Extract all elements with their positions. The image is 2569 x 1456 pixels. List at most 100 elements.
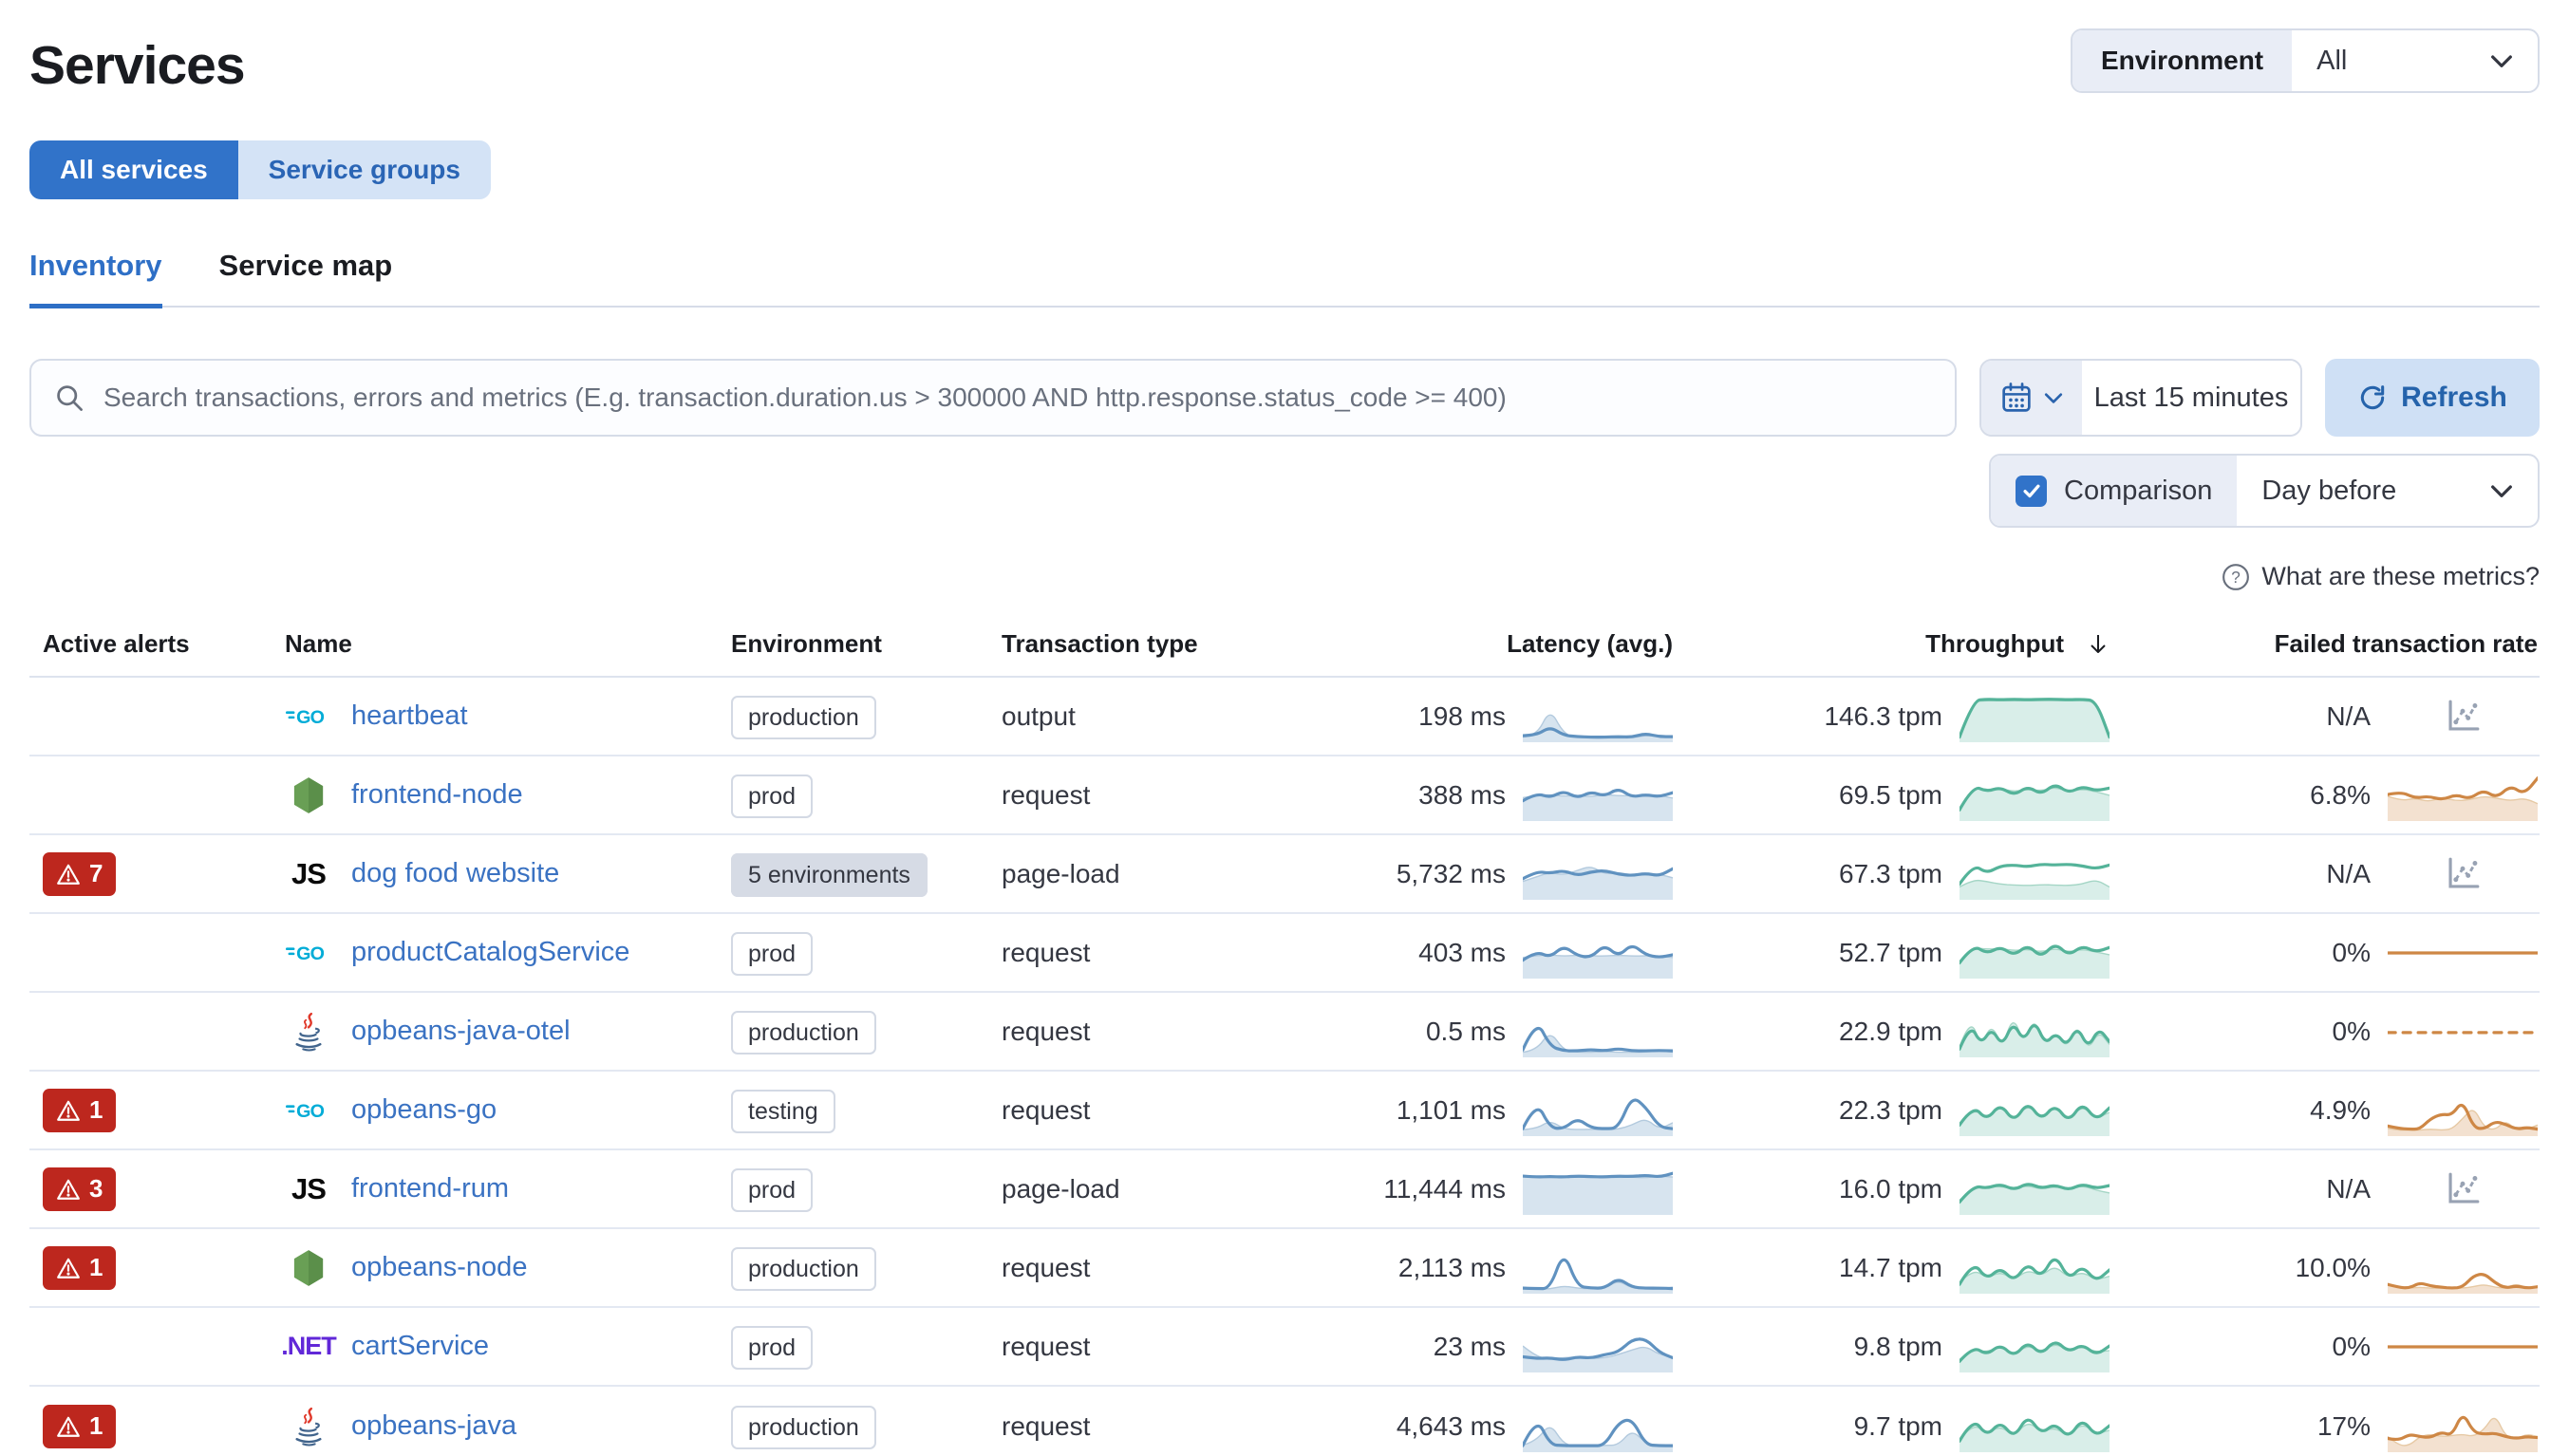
active-alerts-cell: 1	[29, 1245, 285, 1290]
name-cell: GO opbeans-go	[285, 1094, 731, 1126]
failed-rate-cell: N/A	[2136, 690, 2540, 743]
services-table: Active alerts Name Environment Transacti…	[29, 629, 2540, 1456]
latency-cell: 388 ms	[1286, 769, 1699, 822]
latency-cell: 1,101 ms	[1286, 1084, 1699, 1137]
environment-select[interactable]: All	[2292, 30, 2538, 91]
latency-sparkline	[1523, 690, 1673, 743]
throughput-cell: 16.0 tpm	[1699, 1163, 2136, 1216]
column-header-throughput[interactable]: Throughput	[1699, 629, 2136, 659]
failed-rate-cell: 0%	[2136, 1005, 2540, 1058]
failed-rate-sparkline	[2388, 848, 2538, 901]
sort-desc-arrow-icon	[2091, 634, 2106, 653]
service-name-link[interactable]: opbeans-java	[351, 1410, 516, 1442]
environment-filter: Environment All	[2071, 28, 2540, 93]
svg-text:GO: GO	[296, 706, 324, 727]
failed-rate-sparkline	[2388, 1400, 2538, 1453]
dotnet-icon: .NET	[281, 1332, 337, 1360]
name-cell: opbeans-java	[285, 1406, 731, 1447]
table-row: 1 opbeans-java production request 4,643 …	[29, 1387, 2540, 1456]
tabs: Inventory Service map	[29, 249, 2540, 308]
active-alerts-cell: 1	[29, 1088, 285, 1132]
failed-rate-sparkline	[2388, 1320, 2538, 1373]
failed-rate-sparkline	[2388, 926, 2538, 980]
active-alerts-cell: 3	[29, 1167, 285, 1211]
service-name-link[interactable]: frontend-node	[351, 779, 523, 811]
column-header-latency[interactable]: Latency (avg.)	[1286, 629, 1699, 659]
failed-rate-sparkline	[2388, 1241, 2538, 1295]
service-name-link[interactable]: productCatalogService	[351, 937, 629, 968]
service-name-link[interactable]: opbeans-go	[351, 1094, 497, 1126]
alert-count: 1	[89, 1411, 103, 1440]
svg-text:?: ?	[2232, 567, 2241, 586]
failed-rate-cell: 0%	[2136, 1320, 2540, 1373]
no-data-chart-icon	[2448, 857, 2480, 888]
name-cell: opbeans-java-otel	[285, 1011, 731, 1053]
active-alerts-badge[interactable]: 1	[43, 1088, 117, 1132]
service-name-link[interactable]: cartService	[351, 1331, 489, 1362]
throughput-sparkline	[1960, 1241, 2110, 1295]
warning-icon	[57, 1179, 80, 1200]
latency-sparkline	[1523, 1005, 1673, 1058]
column-header-name[interactable]: Name	[285, 629, 731, 659]
node-icon	[285, 1249, 332, 1287]
environment-cell: production	[731, 1010, 1002, 1055]
throughput-cell: 14.7 tpm	[1699, 1241, 2136, 1295]
failed-rate-cell: N/A	[2136, 848, 2540, 901]
column-header-failed-transaction-rate[interactable]: Failed transaction rate	[2136, 629, 2540, 659]
all-services-button[interactable]: All services	[29, 140, 238, 199]
time-range-value[interactable]: Last 15 minutes	[2082, 361, 2300, 435]
latency-cell: 11,444 ms	[1286, 1163, 1699, 1216]
environment-cell: prod	[731, 774, 1002, 818]
comparison-label: Comparison	[2064, 475, 2213, 506]
environment-badge: prod	[731, 1325, 814, 1370]
comparison-select-value: Day before	[2261, 475, 2397, 506]
column-header-active-alerts[interactable]: Active alerts	[29, 629, 285, 659]
search-bar	[29, 359, 1957, 437]
active-alerts-badge[interactable]: 7	[43, 851, 117, 896]
warning-icon	[57, 1416, 80, 1437]
failed-rate-cell: 17%	[2136, 1400, 2540, 1453]
environment-badge: prod	[731, 774, 814, 818]
throughput-cell: 22.9 tpm	[1699, 1005, 2136, 1058]
transaction-type-cell: request	[1002, 1016, 1091, 1046]
calendar-menu-button[interactable]	[1981, 361, 2082, 435]
java-icon	[285, 1011, 332, 1053]
comparison-row: Comparison Day before	[29, 454, 2540, 528]
service-name-link[interactable]: opbeans-node	[351, 1252, 527, 1283]
refresh-icon	[2360, 385, 2385, 410]
question-icon: ?	[2222, 563, 2250, 590]
active-alerts-badge[interactable]: 3	[43, 1167, 117, 1211]
service-groups-button[interactable]: Service groups	[237, 140, 491, 199]
table-row: GO heartbeat production output 198 ms 14…	[29, 678, 2540, 756]
name-cell: GO productCatalogService	[285, 937, 731, 968]
table-row: frontend-node prod request 388 ms 69.5 t…	[29, 756, 2540, 835]
service-name-link[interactable]: dog food website	[351, 858, 559, 889]
failed-rate-cell: 0%	[2136, 926, 2540, 980]
column-header-environment[interactable]: Environment	[731, 629, 1002, 659]
active-alerts-badge[interactable]: 1	[43, 1245, 117, 1290]
throughput-sparkline	[1960, 690, 2110, 743]
service-name-link[interactable]: opbeans-java-otel	[351, 1016, 571, 1047]
page-header: Services Environment All	[29, 25, 2540, 97]
throughput-sparkline	[1960, 848, 2110, 901]
comparison-select[interactable]: Day before	[2237, 456, 2538, 526]
no-data-chart-icon	[2448, 700, 2480, 731]
active-alerts-badge[interactable]: 1	[43, 1404, 117, 1448]
column-header-transaction-type[interactable]: Transaction type	[1002, 629, 1286, 659]
tab-service-map[interactable]: Service map	[219, 249, 393, 306]
comparison-checkbox[interactable]	[2016, 475, 2047, 507]
warning-icon	[57, 1258, 80, 1279]
environment-cell: 5 environments	[731, 852, 1002, 897]
refresh-button[interactable]: Refresh	[2325, 359, 2540, 437]
table-header: Active alerts Name Environment Transacti…	[29, 629, 2540, 678]
transaction-type-cell: request	[1002, 1252, 1091, 1282]
page-title: Services	[29, 35, 246, 96]
check-icon	[2022, 484, 2040, 498]
search-input[interactable]	[103, 383, 1932, 413]
metrics-help-link[interactable]: What are these metrics?	[2261, 562, 2540, 591]
service-name-link[interactable]: frontend-rum	[351, 1173, 509, 1204]
tab-inventory[interactable]: Inventory	[29, 249, 162, 308]
throughput-cell: 67.3 tpm	[1699, 848, 2136, 901]
table-row: GO productCatalogService prod request 40…	[29, 914, 2540, 993]
service-name-link[interactable]: heartbeat	[351, 700, 468, 732]
